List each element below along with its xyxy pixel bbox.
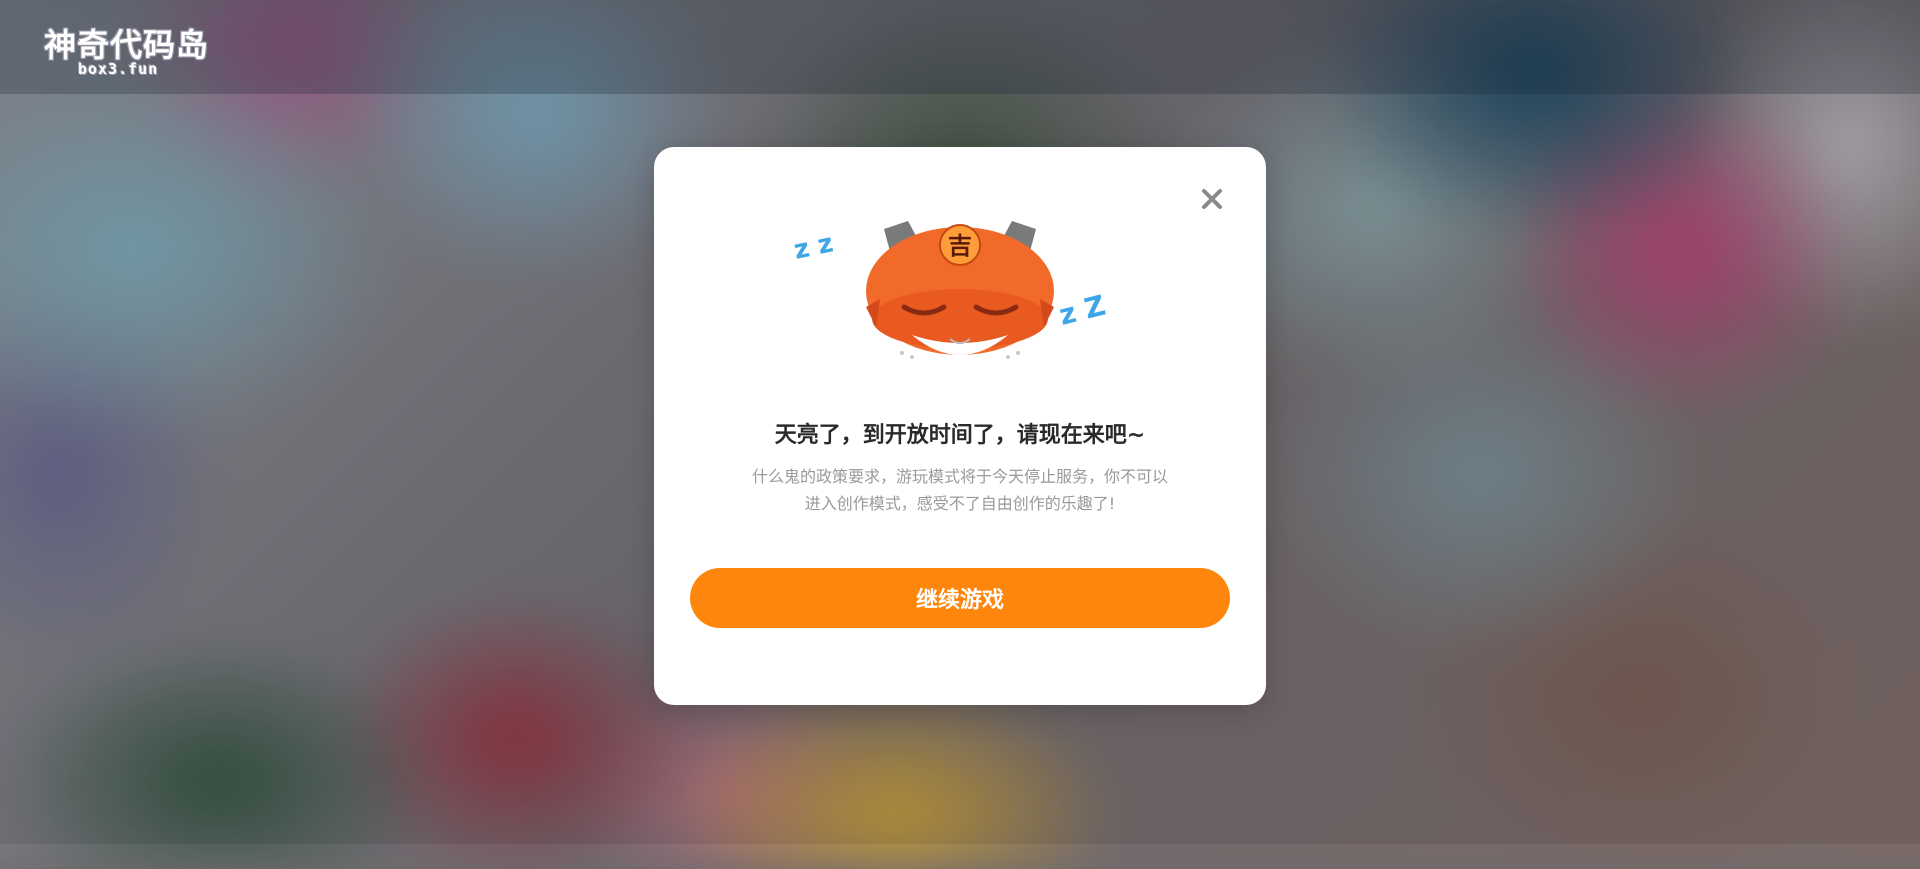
site-logo[interactable]: 神奇代码岛 box3.fun	[36, 16, 221, 78]
description-line-2: 进入创作模式，感受不了自由创作的乐趣了!	[804, 494, 1116, 513]
top-bar: 神奇代码岛 box3.fun	[0, 0, 1920, 94]
zz-left-text: z z	[791, 228, 836, 266]
dialog-title: 天亮了，到开放时间了，请现在来吧~	[774, 423, 1146, 448]
notice-dialog: z z z Z 吉 天亮了，到开放时间了，请现在来吧~ 什么鬼的政策要求，游玩模…	[654, 147, 1266, 705]
zz-right-text: z Z	[1056, 289, 1109, 332]
continue-game-button[interactable]: 继续游戏	[690, 568, 1230, 628]
logo-subtext: box3.fun	[78, 60, 159, 78]
fox-badge-text: 吉	[948, 232, 972, 260]
close-button[interactable]	[1194, 181, 1230, 217]
fox-cheeks	[872, 289, 1048, 349]
close-icon	[1202, 189, 1222, 209]
sleeping-fox-mascot: z z z Z 吉	[791, 221, 1109, 359]
description-line-1: 什么鬼的政策要求，游玩模式将于今天停止服务，你不可以	[751, 467, 1168, 486]
dialog-description: 什么鬼的政策要求，游玩模式将于今天停止服务，你不可以 进入创作模式，感受不了自由…	[716, 463, 1204, 517]
